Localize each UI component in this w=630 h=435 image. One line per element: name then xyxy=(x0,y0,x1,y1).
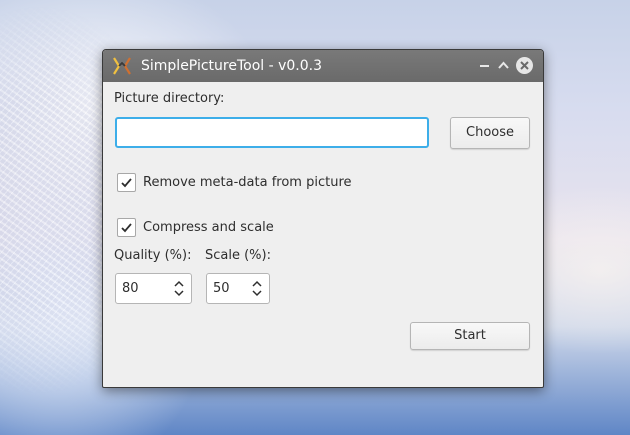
remove-metadata-checkbox[interactable] xyxy=(117,173,136,192)
picture-directory-input[interactable] xyxy=(115,117,429,148)
title-bar[interactable]: SimplePictureTool - v0.0.3 xyxy=(103,50,543,82)
window-title: SimplePictureTool - v0.0.3 xyxy=(141,58,323,74)
app-window: SimplePictureTool - v0.0.3 Picture direc… xyxy=(102,49,544,388)
compress-scale-label[interactable]: Compress and scale xyxy=(143,220,274,235)
scale-spinbox[interactable]: 50 xyxy=(206,273,270,304)
remove-metadata-label[interactable]: Remove meta-data from picture xyxy=(143,175,352,190)
scale-value: 50 xyxy=(213,281,230,296)
minimize-icon[interactable] xyxy=(476,57,493,74)
choose-button[interactable]: Choose xyxy=(450,117,530,149)
maximize-icon[interactable] xyxy=(495,57,512,74)
quality-value: 80 xyxy=(122,281,139,296)
close-icon[interactable] xyxy=(516,57,533,74)
main-panel: Picture directory: Choose Remove meta-da… xyxy=(106,82,538,382)
start-button[interactable]: Start xyxy=(410,322,530,350)
compress-scale-checkbox[interactable] xyxy=(117,218,136,237)
picture-directory-label: Picture directory: xyxy=(114,91,225,106)
checkmark-icon xyxy=(121,178,132,188)
spin-arrows-icon[interactable] xyxy=(173,279,185,298)
spin-arrows-icon[interactable] xyxy=(251,279,263,298)
checkmark-icon xyxy=(121,223,132,233)
app-logo-icon xyxy=(112,57,132,75)
quality-label: Quality (%): xyxy=(114,248,192,263)
quality-spinbox[interactable]: 80 xyxy=(115,273,192,304)
scale-label: Scale (%): xyxy=(205,248,271,263)
